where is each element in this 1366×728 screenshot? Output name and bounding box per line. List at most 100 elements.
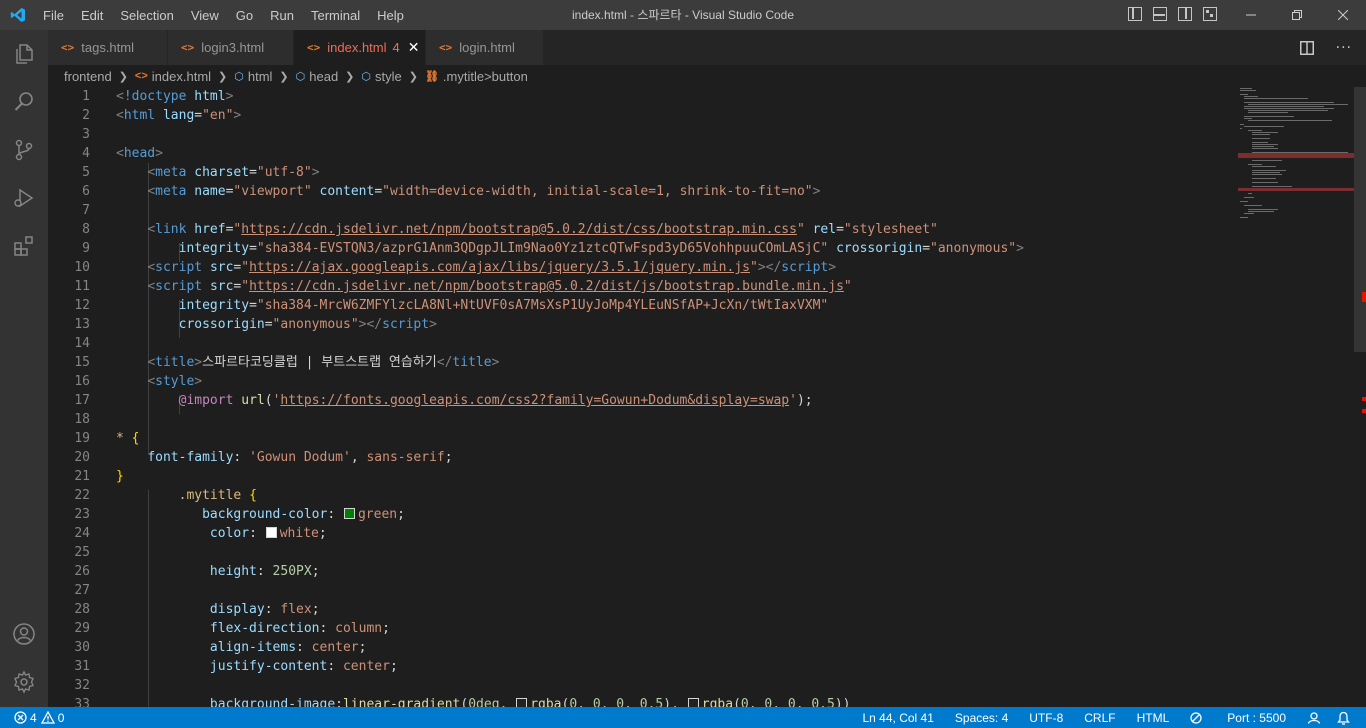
element-icon: ⬡	[295, 70, 306, 83]
minimap[interactable]	[1238, 87, 1354, 707]
breadcrumb-style[interactable]: style	[375, 69, 402, 84]
tab-tags-html[interactable]: <> tags.html	[48, 30, 168, 65]
error-marker	[1362, 397, 1366, 401]
color-swatch[interactable]	[265, 527, 277, 538]
settings-gear-icon[interactable]	[12, 670, 36, 694]
live-server-port[interactable]: Port : 5500	[1190, 711, 1286, 725]
toggle-panel-icon[interactable]	[1153, 7, 1167, 21]
breadcrumb-html[interactable]: html	[248, 69, 273, 84]
code-line: 18	[74, 412, 90, 427]
menu-go[interactable]: Go	[236, 8, 253, 23]
code-line: 26 height: 250PX;	[74, 564, 320, 579]
breadcrumb-selector[interactable]: .mytitle>button	[443, 69, 528, 84]
element-icon: ⬡	[361, 70, 371, 83]
toggle-secondary-sidebar-icon[interactable]	[1178, 7, 1192, 21]
html-file-icon: <>	[134, 70, 148, 82]
toggle-sidebar-icon[interactable]	[1128, 7, 1142, 21]
tab-login-html[interactable]: <> login.html	[426, 30, 544, 65]
split-editor-icon[interactable]	[1299, 40, 1314, 55]
feedback-icon[interactable]	[1307, 711, 1321, 724]
tab-login3-html[interactable]: <> login3.html	[168, 30, 294, 65]
code-line: 9 integrity="sha384-EVSTQN3/azprG1Anm3QD…	[82, 241, 1024, 256]
code-line: 27	[74, 583, 90, 598]
html-file-icon: <>	[61, 41, 75, 54]
code-line: 8 <link href="https://cdn.jsdelivr.net/n…	[82, 222, 938, 237]
more-actions-icon[interactable]: ···	[1336, 40, 1352, 56]
broadcast-icon	[1190, 711, 1202, 724]
problem-count-badge: 4	[392, 40, 400, 55]
scrollbar-thumb[interactable]	[1354, 87, 1366, 352]
breadcrumb-folder[interactable]: frontend	[64, 69, 112, 84]
restore-icon	[1292, 10, 1302, 20]
editor-actions: ···	[1299, 30, 1366, 65]
code-line: 32	[74, 678, 90, 693]
code-line: 13 crossorigin="anonymous"></script>	[74, 317, 437, 332]
code-line: 24 color: white;	[74, 526, 327, 541]
breadcrumb: frontend ❯ <> index.html ❯ ⬡ html ❯ ⬡ he…	[48, 65, 1366, 87]
menu-terminal[interactable]: Terminal	[311, 8, 360, 23]
source-control-icon[interactable]	[12, 138, 36, 162]
code-line: 15 <title>스파르타코딩클럽 | 부트스트랩 연습하기</title>	[74, 355, 500, 370]
cursor-position[interactable]: Ln 44, Col 41	[863, 711, 934, 725]
editor-tabs: <> tags.html <> login3.html <> index.htm…	[48, 30, 1366, 65]
problems-indicator[interactable]: 4 0	[14, 707, 64, 728]
chevron-right-icon: ❯	[279, 70, 289, 83]
run-and-debug-icon[interactable]	[12, 186, 36, 210]
notifications-bell-icon[interactable]	[1337, 711, 1350, 725]
vertical-scrollbar[interactable]	[1354, 87, 1366, 707]
menu-bar: File Edit Selection View Go Run Terminal…	[43, 0, 421, 30]
restore-button[interactable]	[1274, 0, 1320, 30]
extensions-icon[interactable]	[12, 234, 36, 258]
color-swatch[interactable]	[516, 698, 528, 707]
code-editor[interactable]: 1 <!doctype html> 2 <html lang="en"> 3 4 <h…	[48, 87, 1238, 707]
chevron-right-icon: ❯	[345, 70, 355, 83]
error-icon	[14, 711, 27, 724]
end-of-line[interactable]: CRLF	[1084, 711, 1115, 725]
close-tab-icon[interactable]: ✕	[408, 39, 420, 56]
code-line: 12 integrity="sha384-MrcW6ZMFYlzcLA8Nl+N…	[74, 298, 829, 313]
chevron-right-icon: ❯	[408, 70, 418, 83]
code-line: 20 font-family: 'Gowun Dodum', sans-seri…	[74, 450, 453, 465]
language-mode[interactable]: HTML	[1137, 711, 1170, 725]
indentation[interactable]: Spaces: 4	[955, 711, 1008, 725]
menu-selection[interactable]: Selection	[120, 8, 173, 23]
breadcrumb-file[interactable]: index.html	[152, 69, 211, 84]
menu-file[interactable]: File	[43, 8, 64, 23]
error-marker	[1362, 409, 1366, 413]
html-file-icon: <>	[307, 41, 321, 54]
close-icon	[1338, 10, 1348, 20]
color-swatch[interactable]	[687, 698, 699, 707]
minimize-button[interactable]	[1228, 0, 1274, 30]
color-swatch[interactable]	[343, 508, 355, 519]
menu-run[interactable]: Run	[270, 8, 294, 23]
customize-layout-icon[interactable]	[1203, 7, 1217, 21]
breadcrumb-head[interactable]: head	[309, 69, 338, 84]
html-file-icon: <>	[439, 41, 453, 54]
code-line: 29 flex-direction: column;	[74, 621, 390, 636]
menu-edit[interactable]: Edit	[81, 8, 103, 23]
menu-view[interactable]: View	[191, 8, 219, 23]
code-line: 25	[74, 545, 90, 560]
close-window-button[interactable]	[1320, 0, 1366, 30]
tab-index-html[interactable]: <> index.html 4 ✕	[294, 30, 426, 65]
code-line: 28 display: flex;	[74, 602, 320, 617]
code-line: 10 <script src="https://ajax.googleapis.…	[74, 260, 837, 275]
code-line: 17 @import url('https://fonts.googleapis…	[74, 393, 813, 408]
account-icon[interactable]	[12, 622, 36, 646]
status-bar: 4 0 Ln 44, Col 41 Spaces: 4 UTF-8 CRLF H…	[0, 707, 1366, 728]
status-bar-right: Ln 44, Col 41 Spaces: 4 UTF-8 CRLF HTML …	[842, 707, 1351, 728]
activity-bar	[0, 30, 48, 707]
explorer-icon[interactable]	[12, 42, 36, 66]
code-line: 16 <style>	[74, 374, 203, 389]
code-line: 11 <script src="https://cdn.jsdelivr.net…	[74, 279, 852, 294]
tab-label: index.html	[327, 40, 387, 55]
chevron-right-icon: ❯	[218, 70, 228, 83]
search-icon[interactable]	[12, 90, 36, 114]
menu-help[interactable]: Help	[377, 8, 404, 23]
code-line: 14	[74, 336, 90, 351]
element-icon: ⬡	[234, 70, 244, 83]
tab-label: login.html	[459, 40, 515, 55]
file-encoding[interactable]: UTF-8	[1029, 711, 1063, 725]
code-line: 7	[82, 203, 90, 218]
code-line: 5 <meta charset="utf-8">	[82, 165, 320, 180]
